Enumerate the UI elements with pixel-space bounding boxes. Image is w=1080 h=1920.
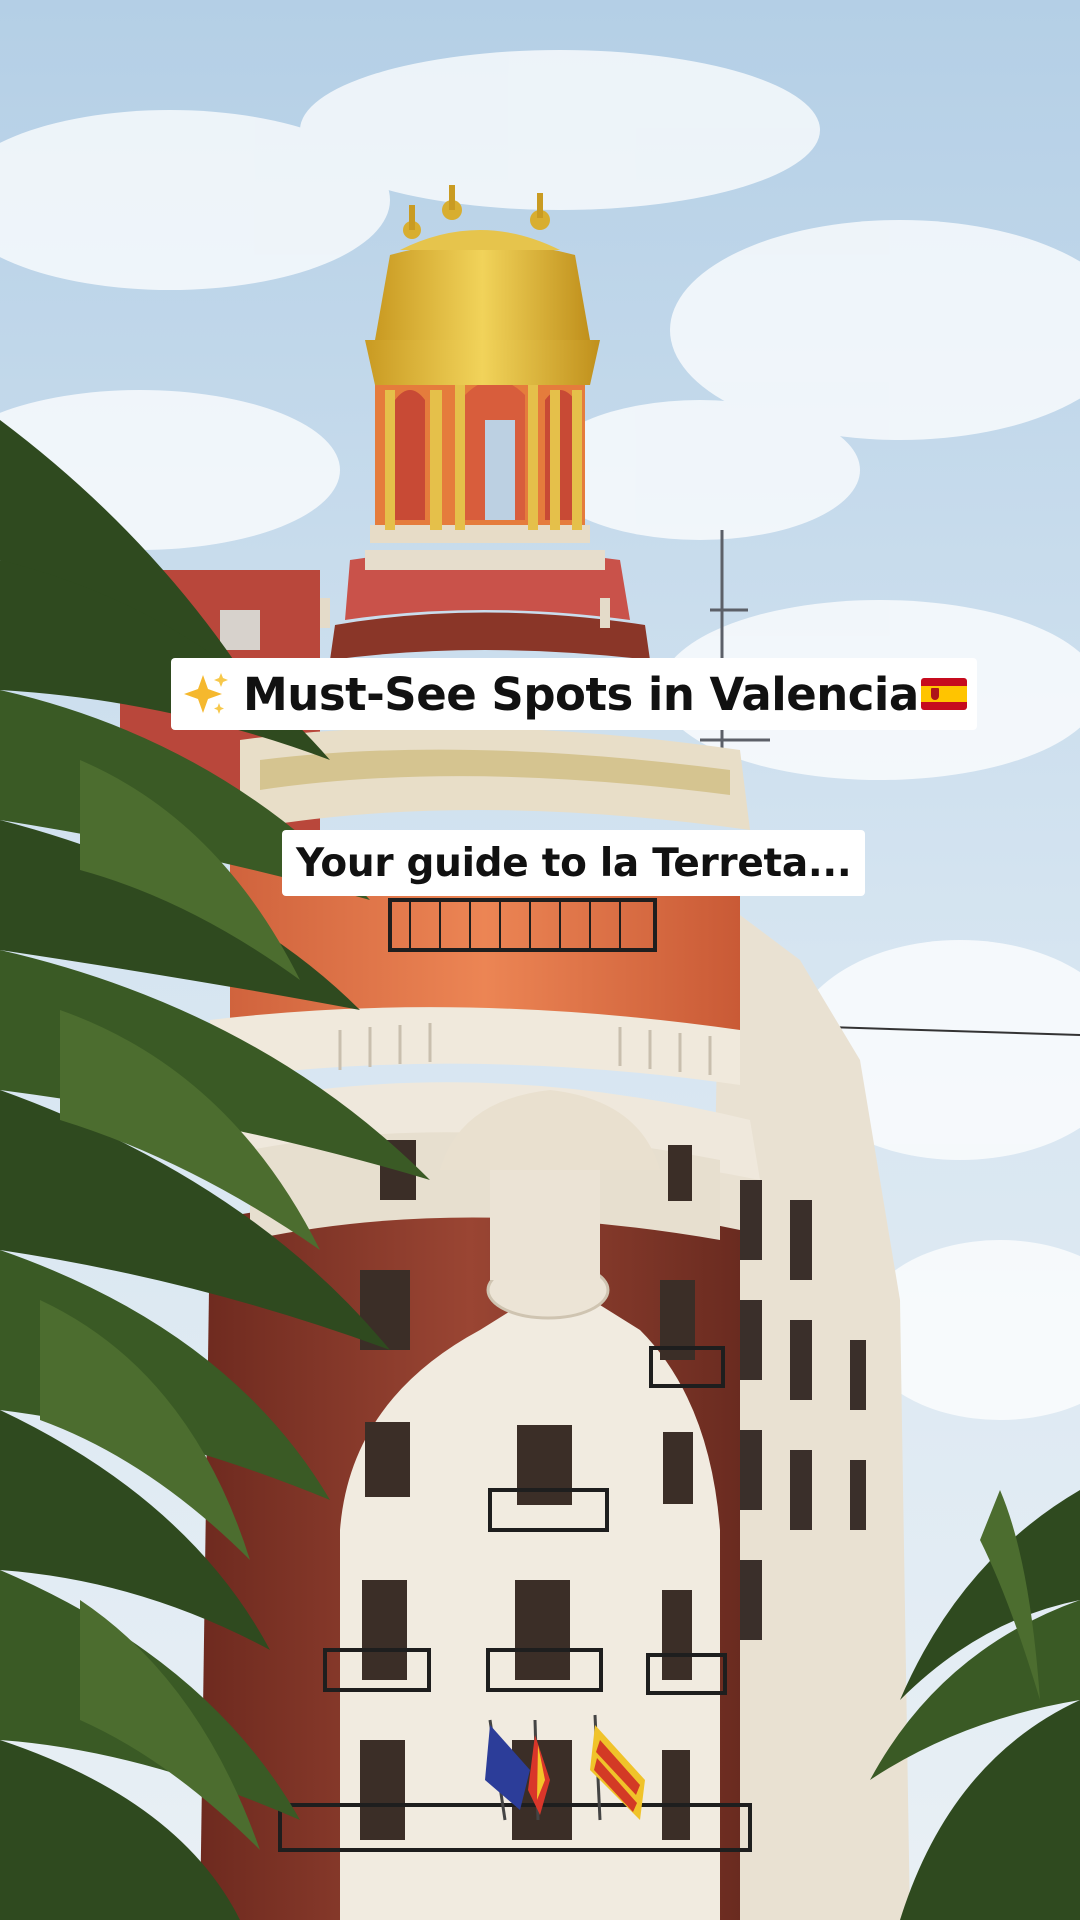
sparkles-icon	[184, 673, 228, 714]
subtitle-text: Your guide to la Terreta...	[296, 840, 852, 886]
title-caption: Must-See Spots in Valencia	[171, 658, 977, 730]
background-photo	[0, 0, 1080, 1920]
title-text: Must-See Spots in Valencia	[243, 667, 919, 721]
subtitle-caption: Your guide to la Terreta...	[282, 830, 866, 896]
spain-flag-icon	[920, 678, 967, 710]
